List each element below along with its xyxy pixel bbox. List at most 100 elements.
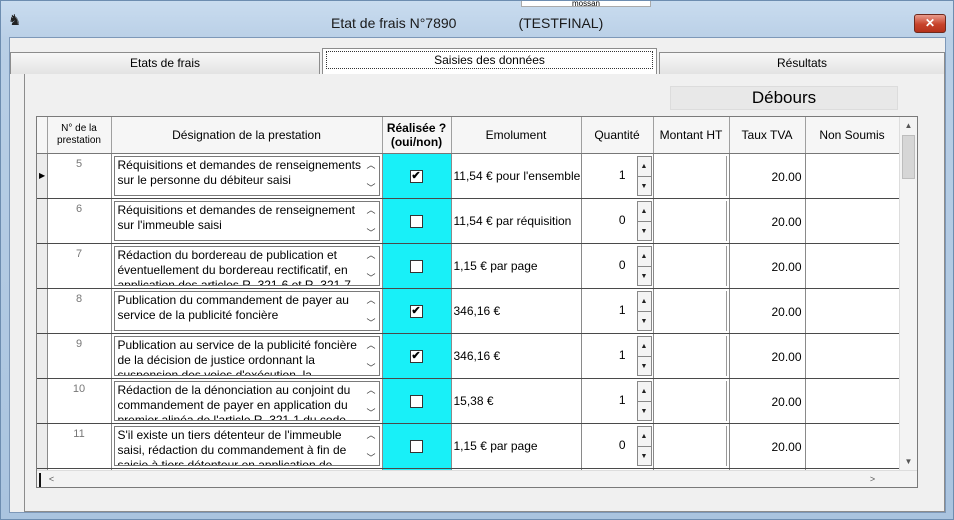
realisee-checkbox[interactable]: [409, 259, 423, 273]
designation-textbox[interactable]: Publication au service de la publicité f…: [113, 335, 380, 376]
prestations-grid[interactable]: N° de la prestation Désignation de la pr…: [36, 116, 918, 488]
table-row[interactable]: 9 Publication au service de la publicité …: [37, 333, 900, 379]
spin-up-icon[interactable]: ▲: [638, 202, 651, 221]
chevron-down-icon[interactable]: ﹀: [367, 406, 376, 419]
row-indicator[interactable]: [37, 243, 48, 289]
non-soumis-cell[interactable]: [805, 333, 900, 379]
quantity-stepper[interactable]: 0 ▲ ▼: [584, 245, 653, 286]
taux-tva-cell[interactable]: 20.00: [729, 378, 806, 424]
chevron-up-icon[interactable]: ︿: [367, 158, 376, 171]
spin-down-icon[interactable]: ▼: [637, 175, 651, 195]
montant-ht-cell[interactable]: [653, 333, 730, 379]
realisee-checkbox[interactable]: [409, 439, 423, 453]
montant-ht-cell[interactable]: [653, 423, 730, 469]
table-row[interactable]: 10 Rédaction de la dénonciation au conjoi…: [37, 378, 900, 424]
close-icon[interactable]: ✕: [914, 14, 946, 33]
spin-up-icon[interactable]: ▲: [638, 427, 651, 446]
quantity-value[interactable]: 0: [584, 258, 626, 272]
chevron-up-icon[interactable]: ︿: [367, 428, 376, 441]
table-row[interactable]: ▶ 5 Réquisitions et demandes de renseignem…: [37, 153, 900, 199]
header-num[interactable]: N° de la prestation: [47, 117, 112, 154]
horizontal-scrollbar[interactable]: < >: [37, 470, 917, 487]
row-indicator[interactable]: [37, 423, 48, 469]
spin-down-icon[interactable]: ▼: [637, 445, 651, 465]
spin-down-icon[interactable]: ▼: [637, 355, 651, 375]
taux-tva-cell[interactable]: 20.00: [729, 333, 806, 379]
realisee-checkbox[interactable]: ✔: [409, 304, 423, 318]
scroll-left-icon[interactable]: <: [43, 471, 60, 487]
table-row[interactable]: 6 Réquisitions et demandes de renseigneme…: [37, 198, 900, 244]
designation-textbox[interactable]: Réquisitions et demandes de renseignemen…: [113, 200, 380, 241]
quantity-value[interactable]: 0: [584, 438, 626, 452]
realisee-checkbox[interactable]: [409, 394, 423, 408]
chevron-up-icon[interactable]: ︿: [367, 203, 376, 216]
table-row[interactable]: 8 Publication du commandement de payer au…: [37, 288, 900, 334]
non-soumis-cell[interactable]: [805, 378, 900, 424]
header-taux-tva[interactable]: Taux TVA: [729, 117, 806, 154]
tab-etats-de-frais[interactable]: Etats de frais: [10, 52, 320, 74]
designation-scrollbar[interactable]: ︿ ﹀: [365, 337, 379, 375]
spin-down-icon[interactable]: ▼: [637, 220, 651, 240]
chevron-up-icon[interactable]: ︿: [367, 383, 376, 396]
vertical-scrollbar[interactable]: ▲ ▼: [899, 117, 917, 470]
realisee-checkbox[interactable]: [409, 214, 423, 228]
designation-scrollbar[interactable]: ︿ ﹀: [365, 202, 379, 240]
non-soumis-cell[interactable]: [805, 198, 900, 244]
quantity-value[interactable]: 1: [584, 393, 626, 407]
quantity-spin-buttons[interactable]: ▲ ▼: [636, 335, 652, 376]
designation-scrollbar[interactable]: ︿ ﹀: [365, 247, 379, 285]
montant-ht-cell[interactable]: [653, 288, 730, 334]
montant-ht-cell[interactable]: [653, 243, 730, 289]
scroll-right-icon[interactable]: >: [864, 471, 881, 487]
scroll-up-icon[interactable]: ▲: [900, 117, 917, 134]
spin-up-icon[interactable]: ▲: [638, 247, 651, 266]
quantity-spin-buttons[interactable]: ▲ ▼: [636, 200, 652, 241]
quantity-value[interactable]: 1: [584, 303, 626, 317]
chevron-down-icon[interactable]: ﹀: [367, 226, 376, 239]
chevron-down-icon[interactable]: ﹀: [367, 361, 376, 374]
designation-scrollbar[interactable]: ︿ ﹀: [365, 157, 379, 195]
spin-up-icon[interactable]: ▲: [638, 382, 651, 401]
quantity-spin-buttons[interactable]: ▲ ▼: [636, 425, 652, 466]
row-indicator[interactable]: [37, 378, 48, 424]
taux-tva-cell[interactable]: 20.00: [729, 423, 806, 469]
taux-tva-cell[interactable]: 20.00: [729, 153, 806, 199]
vertical-scroll-thumb[interactable]: [902, 135, 915, 179]
horizontal-scroll-thumb[interactable]: [39, 473, 41, 487]
chevron-down-icon[interactable]: ﹀: [367, 316, 376, 329]
designation-scrollbar[interactable]: ︿ ﹀: [365, 292, 379, 330]
chevron-up-icon[interactable]: ︿: [367, 338, 376, 351]
spin-down-icon[interactable]: ▼: [637, 310, 651, 330]
taux-tva-cell[interactable]: 20.00: [729, 288, 806, 334]
scroll-down-icon[interactable]: ▼: [900, 453, 917, 470]
montant-ht-cell[interactable]: [653, 198, 730, 244]
quantity-stepper[interactable]: 0 ▲ ▼: [584, 200, 653, 241]
designation-scrollbar[interactable]: ︿ ﹀: [365, 427, 379, 465]
non-soumis-cell[interactable]: [805, 243, 900, 289]
taux-tva-cell[interactable]: 20.00: [729, 198, 806, 244]
header-realisee[interactable]: Réalisée ? (oui/non): [382, 117, 452, 154]
chevron-up-icon[interactable]: ︿: [367, 248, 376, 261]
row-indicator[interactable]: [37, 333, 48, 379]
designation-textbox[interactable]: Publication du commandement de payer au …: [113, 290, 380, 331]
quantity-spin-buttons[interactable]: ▲ ▼: [636, 155, 652, 196]
spin-up-icon[interactable]: ▲: [638, 292, 651, 311]
designation-scrollbar[interactable]: ︿ ﹀: [365, 382, 379, 420]
quantity-stepper[interactable]: 1 ▲ ▼: [584, 335, 653, 376]
header-non-soumis[interactable]: Non Soumis: [805, 117, 900, 154]
montant-ht-cell[interactable]: [653, 378, 730, 424]
realisee-checkbox[interactable]: ✔: [409, 169, 423, 183]
non-soumis-cell[interactable]: [805, 288, 900, 334]
row-indicator[interactable]: [37, 288, 48, 334]
non-soumis-cell[interactable]: [805, 423, 900, 469]
app-icon[interactable]: ♞: [8, 12, 26, 30]
designation-textbox[interactable]: Rédaction du bordereau de publication et…: [113, 245, 380, 286]
header-emolument[interactable]: Emolument: [451, 117, 582, 154]
quantity-value[interactable]: 1: [584, 348, 626, 362]
spin-down-icon[interactable]: ▼: [637, 265, 651, 285]
spin-up-icon[interactable]: ▲: [638, 157, 651, 176]
tab-saisies-des-donnees[interactable]: Saisies des données: [322, 48, 657, 74]
designation-textbox[interactable]: S'il existe un tiers détenteur de l'imme…: [113, 425, 380, 466]
table-row[interactable]: 11 S'il existe un tiers détenteur de l'im…: [37, 423, 900, 469]
chevron-down-icon[interactable]: ﹀: [367, 451, 376, 464]
